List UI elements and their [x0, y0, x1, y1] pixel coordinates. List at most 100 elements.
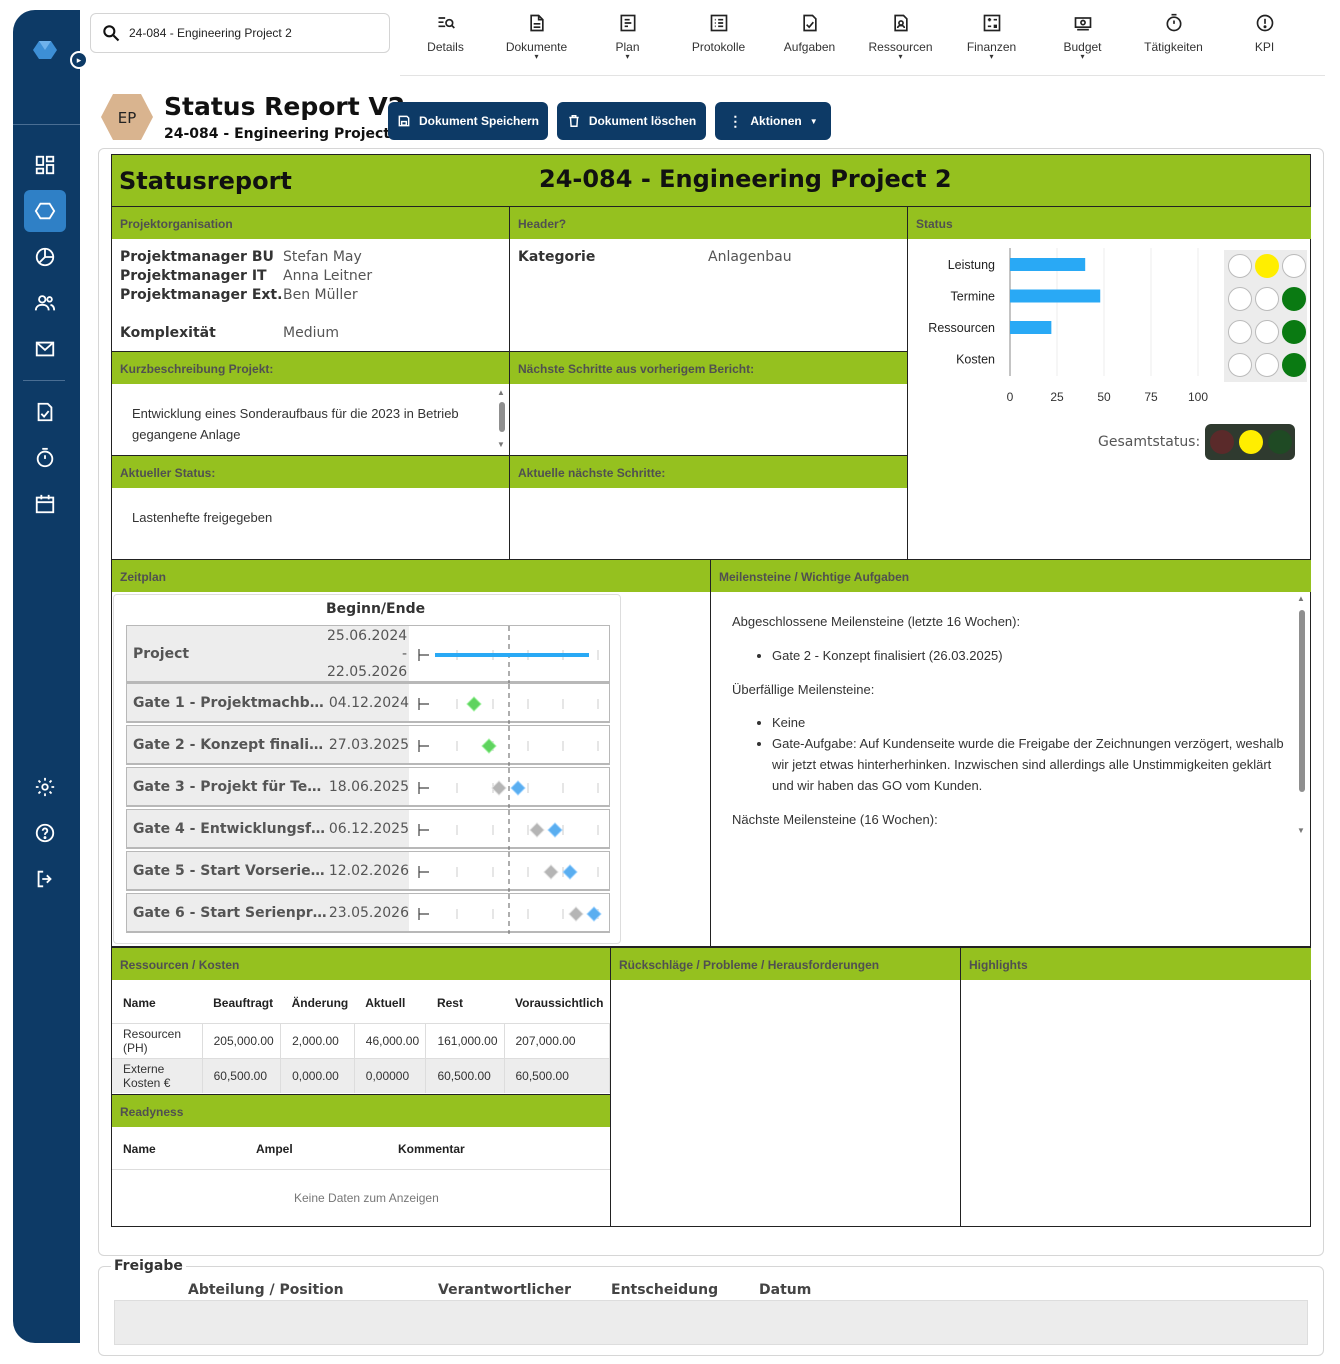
- table-column-header[interactable]: Voraussichtlich: [504, 983, 610, 1023]
- table-row: Externe Kosten €60,500.00 0,000.00 0,00000…: [112, 1057, 610, 1093]
- complexity-value: Medium: [283, 325, 339, 341]
- gantt-gate-row: Gate 3 - Projekt für Testphas...18.06.20…: [126, 767, 610, 808]
- app-logo-icon[interactable]: [33, 38, 57, 62]
- gantt-row-label: Gate 1 - Projektmachbarkeit ...04.12.202…: [127, 684, 409, 721]
- gantt-row-label: Gate 4 - Entwicklungsfreigab...06.12.202…: [127, 810, 409, 847]
- traffic-light-red: [1228, 287, 1252, 311]
- traffic-light-green: [1282, 353, 1306, 377]
- nav-tab-kpi[interactable]: KPI: [1219, 10, 1310, 54]
- gantt-start-marker: [418, 866, 429, 878]
- table-column-header[interactable]: Name: [112, 1129, 245, 1169]
- gantt-row-label: Gate 6 - Start Serienprodukti...23.05.20…: [127, 894, 409, 931]
- gantt-column-header: Beginn/Ende: [326, 601, 426, 617]
- stopwatch-icon[interactable]: [24, 437, 66, 479]
- table-column-header[interactable]: Aktuell: [354, 983, 426, 1023]
- projects-hexagon-icon[interactable]: [24, 190, 66, 232]
- nav-tab-protokolle[interactable]: Protokolle: [673, 10, 764, 54]
- org-row: Projektmanager IT Anna Leitner: [120, 267, 372, 286]
- task-check-icon[interactable]: [24, 391, 66, 433]
- gantt-gate-row: Gate 6 - Start Serienprodukti...23.05.20…: [126, 893, 610, 934]
- nav-tab-budget[interactable]: Budget ▾: [1037, 10, 1128, 61]
- mail-icon[interactable]: [24, 328, 66, 370]
- table-column-header[interactable]: Änderung: [281, 983, 355, 1023]
- gantt-start-marker: [418, 740, 429, 752]
- readyness-divider: [112, 1169, 610, 1170]
- milestone-section-title: Nächste Meilensteine (16 Wochen):: [732, 812, 938, 827]
- milestone-item: Keine: [772, 712, 1292, 733]
- table-cell: 60,500.00: [202, 1057, 282, 1093]
- milestone-section-title: Abgeschlossene Meilensteine (letzte 16 W…: [732, 614, 1021, 629]
- portfolio-pie-icon[interactable]: [24, 236, 66, 278]
- gantt-task-name: Gate 5 - Start Vorserie erfolgt: [133, 862, 329, 879]
- nav-tab-aufgaben[interactable]: Aufgaben: [764, 10, 855, 54]
- gantt-chart-cell: [418, 626, 599, 684]
- org-role-label: Projektmanager BU: [120, 249, 274, 265]
- actions-dropdown-button[interactable]: ⋮ Aktionen ▼: [715, 102, 831, 140]
- gantt-milestone-diamond: [510, 780, 526, 796]
- save-document-button[interactable]: Dokument Speichern: [388, 102, 548, 140]
- settings-gear-icon[interactable]: [24, 766, 66, 808]
- calendar-icon[interactable]: [24, 483, 66, 525]
- chart-bar: [1010, 258, 1086, 271]
- document-icon: [529, 14, 544, 32]
- milestones-scrollbar[interactable]: ▲ ▼: [1297, 594, 1307, 838]
- gantt-start-marker: [418, 698, 429, 710]
- nav-tab-label: KPI: [1254, 40, 1275, 54]
- freigabe-table-body: [114, 1300, 1308, 1345]
- nav-tab-finanzen[interactable]: Finanzen ▾: [946, 10, 1037, 61]
- org-row: Projektmanager Ext.Ben Müller: [120, 286, 372, 305]
- traffic-light-green: [1282, 254, 1306, 278]
- save-icon: [398, 115, 410, 127]
- table-column-header[interactable]: Ampel: [245, 1129, 387, 1169]
- search-input[interactable]: [129, 26, 369, 40]
- milestone-list: KeineGate-Aufgabe: Auf Kundenseite wurde…: [772, 712, 1292, 796]
- dashboard-icon[interactable]: [24, 144, 66, 186]
- gantt-row-label: Project 25.06.2024-22.05.2026: [127, 626, 409, 681]
- gantt-gate-row: Gate 4 - Entwicklungsfreigab...06.12.202…: [126, 809, 610, 850]
- table-row: Resourcen (PH) 205,000.00 2,000.00 46,000.0…: [112, 1022, 610, 1058]
- sidebar-divider: [23, 380, 65, 381]
- help-icon[interactable]: [24, 812, 66, 854]
- problems-heading: Rückschläge / Probleme / Herausforderung…: [611, 947, 961, 980]
- chart-bar: [1010, 321, 1052, 334]
- category-row: Kategorie Anlagenbau: [518, 248, 792, 265]
- nav-tab-details[interactable]: Details: [400, 10, 491, 54]
- users-icon[interactable]: [24, 282, 66, 324]
- gantt-row-label: Gate 3 - Projekt für Testphas...18.06.20…: [127, 768, 409, 805]
- nav-tab-ressourcen[interactable]: Ressourcen ▾: [855, 10, 946, 61]
- nav-tab-label: Aufgaben: [783, 40, 836, 54]
- kurz-scrollbar[interactable]: ▲ ▼: [497, 388, 507, 450]
- org-row: Projektmanager BU Stefan May: [120, 248, 372, 267]
- category-label: Kategorie: [518, 249, 596, 265]
- sidebar-divider: [13, 124, 80, 125]
- nav-tab-dokumente[interactable]: Dokumente ▾: [491, 10, 582, 61]
- table-cell: 161,000.00: [425, 1022, 505, 1058]
- current-status-text: Lastenhefte freigegeben: [132, 510, 273, 525]
- nav-tab-plan[interactable]: Plan ▾: [582, 10, 673, 61]
- actions-label: Aktionen: [750, 114, 802, 128]
- table-cell: 205,000.00: [202, 1022, 282, 1058]
- sidebar-toggle-icon[interactable]: ▸: [70, 51, 88, 69]
- gantt-milestone-diamond: [481, 738, 497, 754]
- freigabe-column-header: Datum: [759, 1282, 812, 1298]
- table-cell: Externe Kosten €: [112, 1057, 203, 1093]
- gantt-task-name: Gate 6 - Start Serienprodukti...: [133, 904, 329, 921]
- table-column-header[interactable]: Name: [112, 983, 202, 1023]
- chart-tick-label: 75: [1144, 390, 1158, 404]
- table-column-header[interactable]: Rest: [426, 983, 504, 1023]
- delete-document-button[interactable]: Dokument löschen: [557, 102, 706, 140]
- logout-icon[interactable]: [24, 858, 66, 900]
- chart-bar: [1010, 289, 1101, 303]
- project-search[interactable]: [90, 13, 390, 53]
- caret-down-icon: ▾: [989, 52, 994, 61]
- kurz-text: Entwicklung eines Sonderaufbaus für die …: [132, 406, 459, 442]
- chart-category-label: Ressourcen: [928, 321, 995, 335]
- trash-icon: [569, 115, 579, 127]
- gantt-task-name: Gate 1 - Projektmachbarkeit ...: [133, 694, 329, 711]
- nav-tab-tätigkeiten[interactable]: Tätigkeiten: [1128, 10, 1219, 54]
- table-column-header[interactable]: Kommentar: [387, 1129, 610, 1169]
- gantt-gate-date: 04.12.2024: [328, 694, 409, 711]
- freigabe-column-header: Entscheidung: [611, 1282, 719, 1298]
- table-column-header[interactable]: Beauftragt: [202, 983, 280, 1023]
- status-bar-chart: 0 25 50 75 100 Leistung Termine Ressourcen Koste…: [928, 248, 1208, 404]
